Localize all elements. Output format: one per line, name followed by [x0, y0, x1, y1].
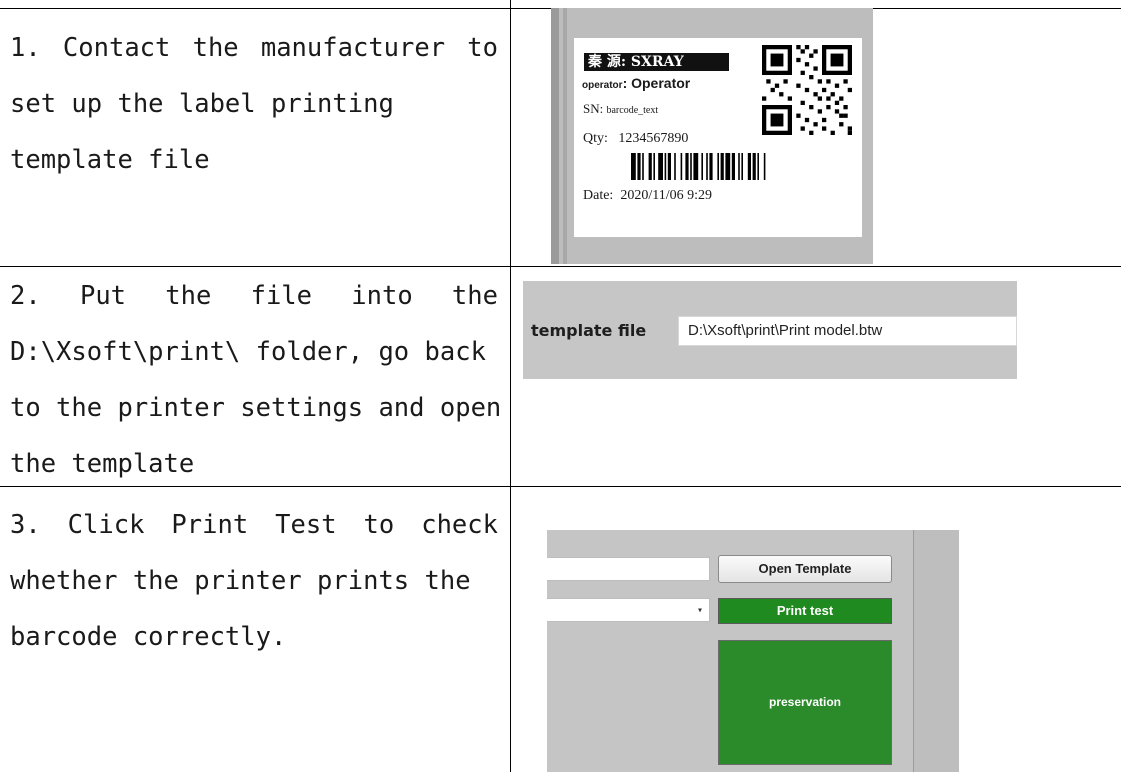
preview-frame-edge [551, 8, 559, 264]
label-header: 秦 源: SXRAY [584, 53, 729, 71]
step-2-line-3: to the printer settings and open [10, 393, 502, 423]
template-file-label: template file [531, 321, 647, 340]
template-path-input[interactable] [547, 557, 710, 581]
label-qty: Qty: 1234567890 [583, 131, 689, 146]
step-1-line-2: set up the label printing [10, 89, 394, 119]
print-test-button[interactable]: Print test [718, 598, 892, 624]
column-divider [510, 0, 511, 772]
printer-select[interactable]: ▾ [547, 598, 710, 622]
preservation-button[interactable]: preservation [718, 640, 892, 765]
step-2-line-2: D:\Xsoft\print\ folder, go back [10, 337, 486, 367]
step-1-line-3: template file [10, 145, 210, 175]
label-operator: operator: Operator [582, 75, 691, 91]
step-3-line-2: whether the printer prints the [10, 566, 471, 596]
step-2-text: 2. Put the file into the D:\Xsoft\print\… [10, 268, 502, 492]
preview-frame-edge-2 [563, 8, 567, 264]
barcode-icon [631, 153, 766, 180]
qr-code-icon [762, 45, 852, 135]
label-sn: SN: barcode_text [583, 101, 659, 116]
template-file-input[interactable]: D:\Xsoft\print\Print model.btw [678, 316, 1017, 346]
step-2-line-1: 2. Put the file into the [10, 281, 498, 311]
dropdown-arrow-icon: ▾ [696, 605, 703, 616]
row-divider-1 [0, 266, 1121, 267]
step-1-text: 1. Contact the manufacturer to set up th… [10, 20, 498, 188]
step-1-line-1: 1. Contact the manufacturer to [10, 33, 498, 63]
step-2-line-4: the template [10, 449, 195, 479]
step-3-line-3: barcode correctly. [10, 622, 287, 652]
template-file-panel: template file D:\Xsoft\print\Print model… [523, 281, 1017, 379]
printed-label: 秦 源: SXRAY operator: Operator SN: barcod… [574, 38, 862, 237]
label-template-preview: 秦 源: SXRAY operator: Operator SN: barcod… [551, 8, 873, 264]
step-3-text: 3. Click Print Test to check whether the… [10, 497, 498, 665]
side-panel [914, 530, 959, 772]
label-date: Date: 2020/11/06 9:29 [583, 188, 712, 203]
printer-settings-panel: ▾ Open Template Print test preservation [547, 530, 959, 772]
open-template-button[interactable]: Open Template [718, 555, 892, 583]
step-3-line-1: 3. Click Print Test to check [10, 510, 498, 540]
